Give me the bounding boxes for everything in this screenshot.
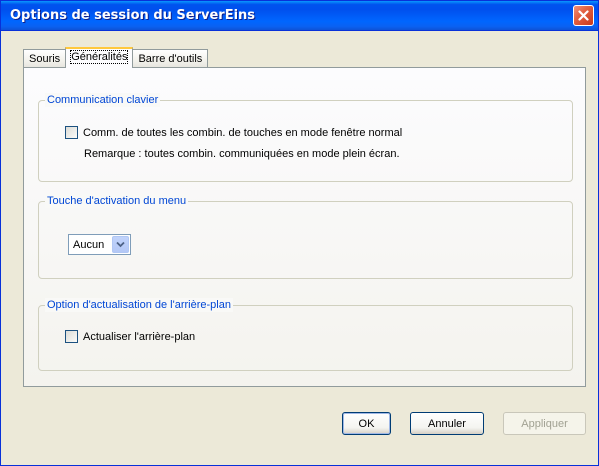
title-bar[interactable]: Options de session du ServerEins [1, 1, 598, 31]
tab-barre-outils[interactable]: Barre d'outils [132, 49, 209, 67]
refresh-background-label: Actualiser l'arrière-plan [83, 330, 196, 343]
session-options-dialog: Options de session du ServerEins Souris … [0, 0, 599, 466]
close-button[interactable] [573, 5, 594, 26]
tab-generalites[interactable]: Généralités [65, 47, 134, 68]
tab-label: Souris [29, 53, 61, 65]
all-key-combos-option[interactable]: Comm. de toutes les combin. de touches e… [65, 126, 402, 139]
all-key-combos-label: Comm. de toutes les combin. de touches e… [83, 126, 403, 139]
menu-key-select[interactable]: Aucun [68, 234, 131, 255]
keyboard-communication-group: Communication clavier Comm. de toutes le… [38, 93, 573, 182]
tab-label: Barre d'outils [138, 53, 203, 65]
apply-button[interactable]: Appliquer [503, 412, 586, 435]
tab-label: Généralités [70, 50, 129, 64]
all-key-combos-checkbox[interactable] [65, 126, 78, 139]
tab-souris[interactable]: Souris [23, 49, 67, 67]
dropdown-button[interactable] [112, 236, 129, 253]
close-icon [578, 10, 589, 21]
menu-key-value: Aucun [73, 238, 105, 251]
chevron-down-icon [116, 239, 125, 251]
menu-activation-key-group: Touche d'activation du menu Aucun [38, 194, 573, 279]
window-title: Options de session du ServerEins [10, 8, 256, 23]
cancel-button[interactable]: Annuler [410, 412, 484, 435]
tab-page-generalites: Communication clavier Comm. de toutes le… [23, 67, 586, 387]
background-refresh-group: Option d'actualisation de l'arrière-plan… [38, 298, 573, 371]
group-legend: Touche d'activation du menu [45, 194, 189, 208]
refresh-background-option[interactable]: Actualiser l'arrière-plan [65, 330, 195, 343]
group-legend: Option d'actualisation de l'arrière-plan [45, 298, 233, 312]
ok-button[interactable]: OK [342, 412, 391, 435]
fullscreen-note: Remarque : toutes combin. communiquées e… [84, 148, 400, 160]
tab-strip: Souris Généralités Barre d'outils [23, 47, 209, 68]
group-legend: Communication clavier [45, 93, 161, 107]
refresh-background-checkbox[interactable] [65, 330, 78, 343]
